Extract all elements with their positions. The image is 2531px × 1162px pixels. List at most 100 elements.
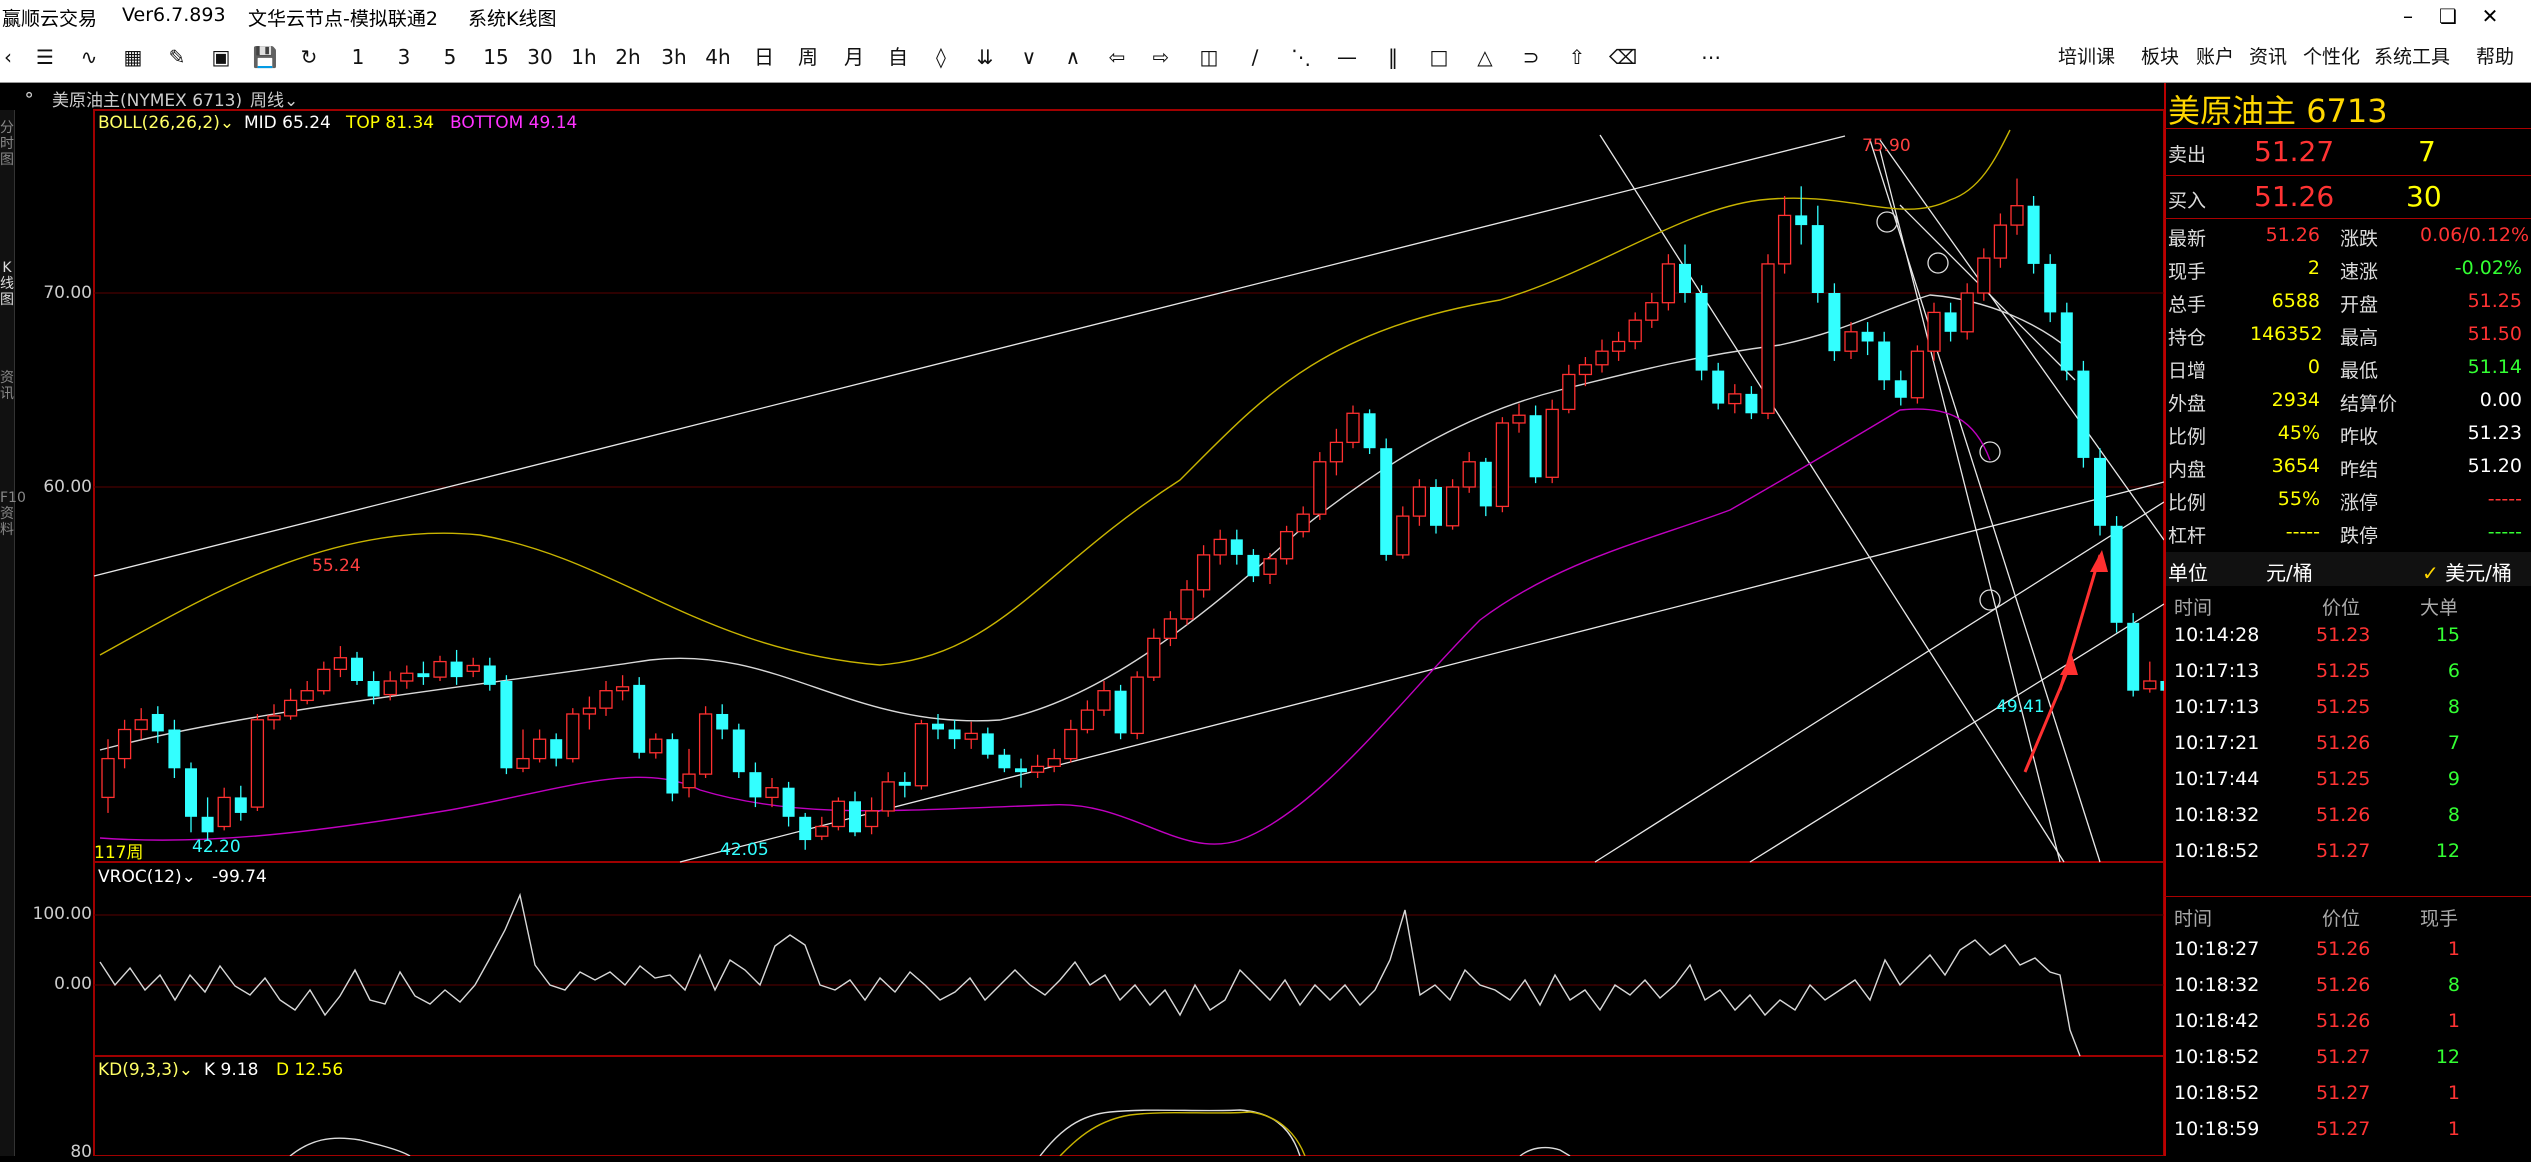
- trade-size: 8: [2447, 804, 2460, 826]
- candle-body: [1495, 422, 1510, 508]
- high-annotation: 75.90: [1862, 136, 1911, 156]
- candle-body: [516, 757, 530, 769]
- stat-value: 2934: [2271, 389, 2320, 411]
- stat-value: 0.06/0.12%: [2420, 224, 2530, 246]
- candle-body: [1015, 768, 1027, 773]
- quote-code: 6713: [2306, 92, 2388, 130]
- stat-value: 6588: [2271, 290, 2320, 312]
- stat-label: 日增: [2168, 360, 2207, 382]
- candle-body: [1611, 340, 1626, 352]
- candle-body: [666, 739, 679, 794]
- menu-account[interactable]: 账户: [2196, 42, 2234, 72]
- candle-body: [2094, 457, 2106, 526]
- vroc-indicator[interactable]: VROC(12)⌄: [98, 867, 196, 887]
- candle-body: [1196, 554, 1211, 591]
- menu-help[interactable]: 帮助: [2476, 42, 2514, 72]
- annotation-4220: 42.20: [192, 837, 241, 857]
- kd-label: KD(9,3,3): [98, 1060, 179, 1080]
- chevron-down-icon: ⌄: [219, 113, 235, 133]
- trade-time: 10:18:27: [2174, 938, 2260, 960]
- trade-size: 8: [2447, 696, 2460, 718]
- candle-body: [1047, 757, 1061, 768]
- candle-body: [450, 661, 463, 678]
- candle-body: [383, 680, 397, 696]
- candle-body: [300, 690, 314, 702]
- candle-body: [1396, 515, 1410, 556]
- candle-body: [1910, 350, 1925, 399]
- candle-body: [500, 681, 513, 769]
- big-header-price: 价位: [2322, 597, 2361, 619]
- bar-count: 117周: [94, 843, 144, 863]
- candle-body: [1960, 292, 1974, 333]
- red-arrows: [2023, 550, 2108, 773]
- candle-body: [351, 657, 363, 681]
- trade-time: 10:18:42: [2174, 1010, 2260, 1032]
- candle-body: [1562, 373, 1576, 411]
- candle-body: [1844, 331, 1858, 352]
- candle-body: [201, 816, 214, 833]
- trade-size: 1: [2447, 1118, 2460, 1140]
- candle-body: [2044, 263, 2057, 313]
- trade-size: 1: [2447, 1010, 2460, 1032]
- candle-body: [1679, 263, 1691, 293]
- candle-body: [749, 772, 762, 798]
- stat-value: -0.02%: [2454, 257, 2522, 279]
- candle-body: [782, 787, 795, 817]
- big-header-time: 时间: [2174, 597, 2213, 619]
- chevron-down-icon: ⌄: [181, 867, 196, 887]
- kd-k-value: K 9.18: [204, 1060, 259, 1080]
- stat-value: 55%: [2277, 488, 2320, 510]
- menu-system-tools[interactable]: 系统工具: [2374, 42, 2450, 72]
- candle-body: [1712, 370, 1725, 404]
- candle-body: [1695, 293, 1708, 371]
- candle-body: [1130, 676, 1144, 735]
- annotation-5524: 55.24: [312, 556, 361, 576]
- trade-price: 51.27: [2316, 1082, 2371, 1104]
- candle-body: [831, 800, 846, 828]
- stat-value: 51.20: [2467, 455, 2522, 477]
- candle-body: [1430, 487, 1442, 526]
- candle-body: [1479, 461, 1492, 507]
- candle-body: [799, 816, 812, 841]
- kline-chart[interactable]: [0, 0, 2164, 1156]
- stat-value: 3654: [2271, 455, 2320, 477]
- candle-body: [1346, 412, 1360, 444]
- panel-frames: [93, 109, 2164, 1156]
- candle-body: [1777, 214, 1792, 265]
- candle-body: [566, 713, 580, 760]
- divider: [2164, 128, 2531, 129]
- candle-body: [1412, 486, 1427, 517]
- minimize-icon[interactable]: –: [2388, 2, 2428, 30]
- menu-personalize[interactable]: 个性化: [2303, 42, 2360, 72]
- trade-price: 51.26: [2316, 804, 2371, 826]
- bid-price[interactable]: 51.26: [2254, 180, 2334, 213]
- close-icon[interactable]: ✕: [2470, 2, 2510, 30]
- candle-body: [1080, 709, 1095, 731]
- candle-body: [217, 796, 231, 828]
- kd-indicator[interactable]: KD(9,3,3)⌄: [98, 1060, 193, 1080]
- ask-price[interactable]: 51.27: [2254, 135, 2334, 168]
- candle-body: [1163, 618, 1178, 639]
- annotation-4205: 42.05: [720, 840, 769, 860]
- stat-label: 开盘: [2340, 294, 2379, 316]
- unit-toggle[interactable]: ✓ 美元/桶: [2422, 557, 2512, 586]
- stat-label: 总手: [2168, 294, 2207, 316]
- candle-body: [2110, 525, 2123, 623]
- stat-label: 涨停: [2340, 492, 2379, 514]
- restore-icon[interactable]: ❏: [2428, 2, 2468, 30]
- menu-news[interactable]: 资讯: [2249, 42, 2287, 72]
- candle-body: [948, 729, 961, 740]
- stat-value: 51.14: [2467, 356, 2522, 378]
- stat-value: 51.50: [2467, 323, 2522, 345]
- candle-body: [2127, 622, 2140, 691]
- kd-lines: [289, 1109, 1571, 1156]
- trade-price: 51.25: [2316, 660, 2371, 682]
- stat-label: 最低: [2340, 360, 2379, 382]
- candle-body: [1761, 263, 1775, 414]
- stat-label: 最新: [2168, 228, 2207, 250]
- candle-body: [2010, 205, 2024, 226]
- candle-body: [1279, 530, 1294, 560]
- trade-time: 10:17:21: [2174, 732, 2260, 754]
- boll-indicator[interactable]: BOLL(26,26,2)⌄: [98, 113, 234, 133]
- vroc-value: -99.74: [212, 867, 267, 887]
